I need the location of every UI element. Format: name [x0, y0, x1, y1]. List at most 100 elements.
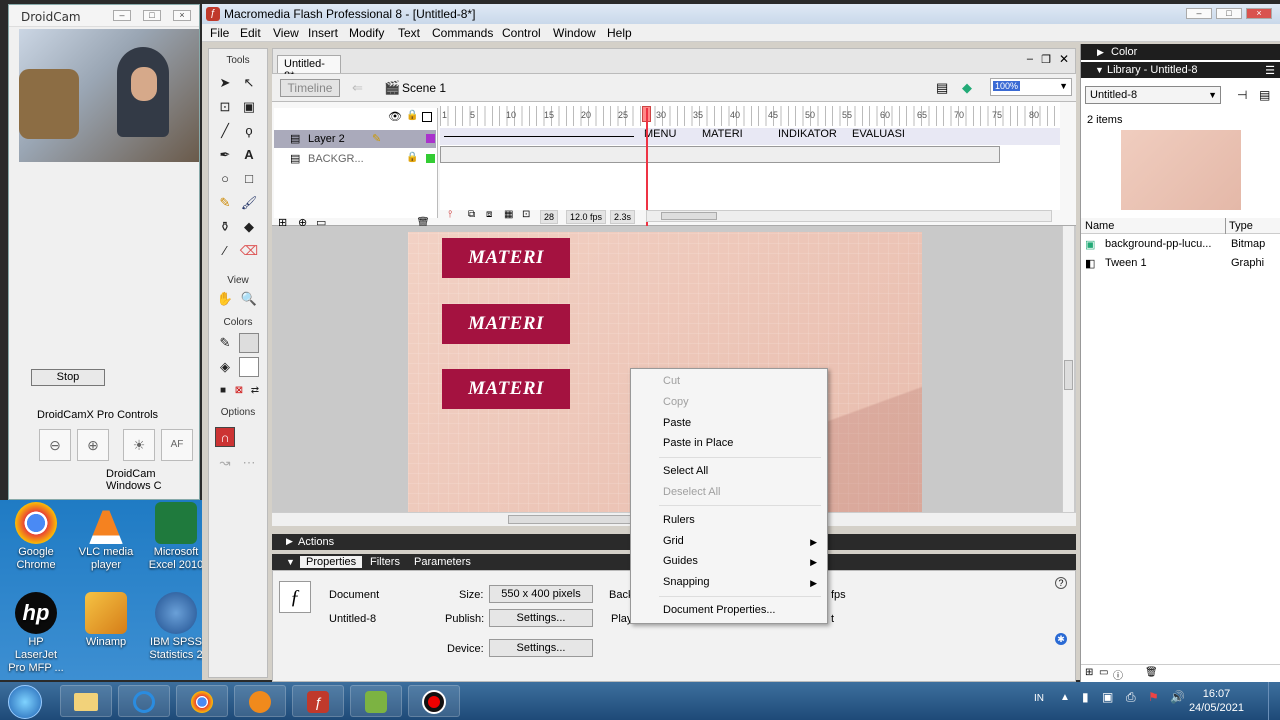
pen-tool-icon[interactable]: ✒ [215, 145, 235, 165]
brush-tool-icon[interactable]: 🖌 [239, 193, 259, 213]
column-name[interactable]: Name [1085, 220, 1114, 232]
edit-multiple-icon[interactable]: ▦ [504, 209, 513, 220]
eraser-icon[interactable]: ⌫ [239, 241, 259, 261]
zoom-select[interactable]: 100% ▼ [990, 78, 1072, 96]
properties-icon[interactable]: ⓘ [1113, 667, 1123, 682]
tray-up-icon[interactable]: ▲ [1060, 692, 1070, 703]
pencil-tool-icon[interactable]: ✎ [215, 193, 235, 213]
tab-filters[interactable]: Filters [370, 556, 400, 568]
menu-item-document-properties[interactable]: Document Properties... [663, 604, 776, 616]
color-panel-header[interactable]: ▶ Color [1081, 44, 1280, 60]
taskbar-flash[interactable]: ƒ [292, 685, 344, 717]
outline-icon[interactable] [422, 112, 432, 122]
menu-help[interactable]: Help [607, 26, 632, 40]
doc-close-icon[interactable]: ✕ [1059, 52, 1069, 66]
language-indicator[interactable]: IN [1034, 693, 1044, 704]
maximize-button[interactable]: □ [143, 10, 161, 21]
maximize-button[interactable]: □ [1216, 8, 1242, 19]
paint-bucket-icon[interactable]: ◆ [239, 217, 259, 237]
timeline-scrollbar[interactable] [646, 210, 1052, 222]
delete-icon[interactable]: 🗑 [1145, 667, 1158, 678]
pin-icon[interactable]: ⊣ [1237, 88, 1247, 102]
stop-button[interactable]: Stop [31, 369, 105, 386]
onion-skin-icon[interactable]: ⧉ [468, 209, 475, 220]
brightness-icon[interactable]: ☀ [123, 429, 155, 461]
tab-properties[interactable]: Properties [300, 556, 363, 568]
doc-restore-icon[interactable]: ❐ [1041, 53, 1051, 66]
stroke-color-icon[interactable]: ✎ [215, 333, 235, 353]
scrollbar-thumb[interactable] [508, 515, 632, 524]
scrollbar-thumb[interactable] [661, 212, 717, 220]
menu-item-select-all[interactable]: Select All [663, 465, 708, 477]
library-item-tween[interactable]: ◧ Tween 1 Graphi [1081, 255, 1280, 273]
arrow-tool-icon[interactable]: ➤ [215, 73, 235, 93]
desktop-icon-vlc[interactable]: VLC media player [76, 502, 136, 572]
onion-outline-icon[interactable]: ⧈ [486, 209, 492, 220]
menu-window[interactable]: Window [553, 26, 596, 40]
menu-modify[interactable]: Modify [349, 26, 384, 40]
desktop-icon-spss[interactable]: IBM SPSS Statistics 2 [146, 592, 206, 662]
ink-bottle-icon[interactable]: ⚱ [215, 217, 235, 237]
swap-colors-icon[interactable]: ⇄ [245, 381, 265, 401]
desktop-icon-chrome[interactable]: Google Chrome [6, 502, 66, 572]
fill-transform-icon[interactable]: ▣ [239, 97, 259, 117]
menu-control[interactable]: Control [502, 26, 541, 40]
stage-vscroll[interactable] [1062, 226, 1074, 512]
center-frame-icon[interactable]: ⫯ [448, 209, 452, 220]
zoom-in-icon[interactable]: ⊕ [77, 429, 109, 461]
taskbar-chrome[interactable] [176, 685, 228, 717]
close-button[interactable]: × [173, 10, 191, 21]
background-frames[interactable] [440, 146, 1000, 163]
fill-color-swatch[interactable] [239, 357, 259, 377]
lasso-tool-icon[interactable]: ϙ [239, 121, 259, 141]
column-type[interactable]: Type [1229, 220, 1253, 232]
layer-row-background[interactable]: ▤ BACKGR... 🔒 [274, 150, 436, 168]
oval-tool-icon[interactable]: ○ [215, 169, 235, 189]
taskbar-ie[interactable] [118, 685, 170, 717]
zoom-out-icon[interactable]: ⊖ [39, 429, 71, 461]
autofocus-button[interactable]: AF [161, 429, 193, 461]
edit-scene-icon[interactable]: ▤ [936, 80, 948, 96]
fill-color-icon[interactable]: ◈ [215, 357, 235, 377]
library-select[interactable]: Untitled-8 ▼ [1085, 86, 1221, 104]
lock-icon[interactable]: 🔒 [406, 110, 418, 121]
scrollbar-thumb[interactable] [1064, 360, 1073, 390]
layer-row-layer2[interactable]: ▤ Layer 2 ✎ [274, 130, 436, 148]
menu-text[interactable]: Text [398, 26, 420, 40]
device-settings-button[interactable]: Settings... [489, 639, 593, 657]
menu-insert[interactable]: Insert [308, 26, 338, 40]
tab-parameters[interactable]: Parameters [414, 556, 471, 568]
desktop-icon-winamp[interactable]: Winamp [76, 592, 136, 649]
timeline-button[interactable]: Timeline [280, 79, 340, 97]
text-tool-icon[interactable]: A [239, 145, 259, 165]
menu-item-rulers[interactable]: Rulers [663, 514, 695, 526]
free-transform-icon[interactable]: ⊡ [215, 97, 235, 117]
show-desktop-button[interactable] [1268, 682, 1280, 720]
onion-markers-icon[interactable]: ⊡ [522, 209, 530, 220]
taskbar-media[interactable] [234, 685, 286, 717]
clock[interactable]: 16:07 24/05/2021 [1189, 687, 1244, 715]
materi-button-3[interactable]: MATERI [442, 369, 570, 409]
publish-settings-button[interactable]: Settings... [489, 609, 593, 627]
document-tab[interactable]: Untitled-8* [277, 55, 341, 82]
taskbar-explorer[interactable] [60, 685, 112, 717]
taskbar-recorder[interactable] [408, 685, 460, 717]
flag-icon[interactable]: ⚑ [1148, 690, 1159, 704]
library-item-bitmap[interactable]: ▣ background-pp-lucu... Bitmap [1081, 236, 1280, 254]
menu-item-grid[interactable]: Grid [663, 535, 684, 547]
eyedropper-icon[interactable]: ⁄ [215, 241, 235, 261]
menu-item-guides[interactable]: Guides [663, 555, 698, 567]
close-button[interactable]: × [1246, 8, 1272, 19]
eye-icon[interactable]: 👁 [388, 110, 402, 123]
menu-item-snapping[interactable]: Snapping [663, 576, 710, 588]
menu-item-cut[interactable]: Cut [663, 375, 680, 387]
help-icon[interactable]: ? [1055, 577, 1067, 589]
menu-commands[interactable]: Commands [432, 26, 493, 40]
edit-symbol-icon[interactable]: ◆ [962, 80, 972, 96]
zoom-tool-icon[interactable]: 🔍 [239, 289, 259, 309]
size-button[interactable]: 550 x 400 pixels [489, 585, 593, 603]
desktop-icon-hp[interactable]: hp HP LaserJet Pro MFP ... [6, 592, 66, 675]
menu-item-copy[interactable]: Copy [663, 396, 689, 408]
snap-magnet-icon[interactable]: ∩ [215, 427, 235, 447]
doc-minimize-icon[interactable]: – [1027, 53, 1033, 65]
